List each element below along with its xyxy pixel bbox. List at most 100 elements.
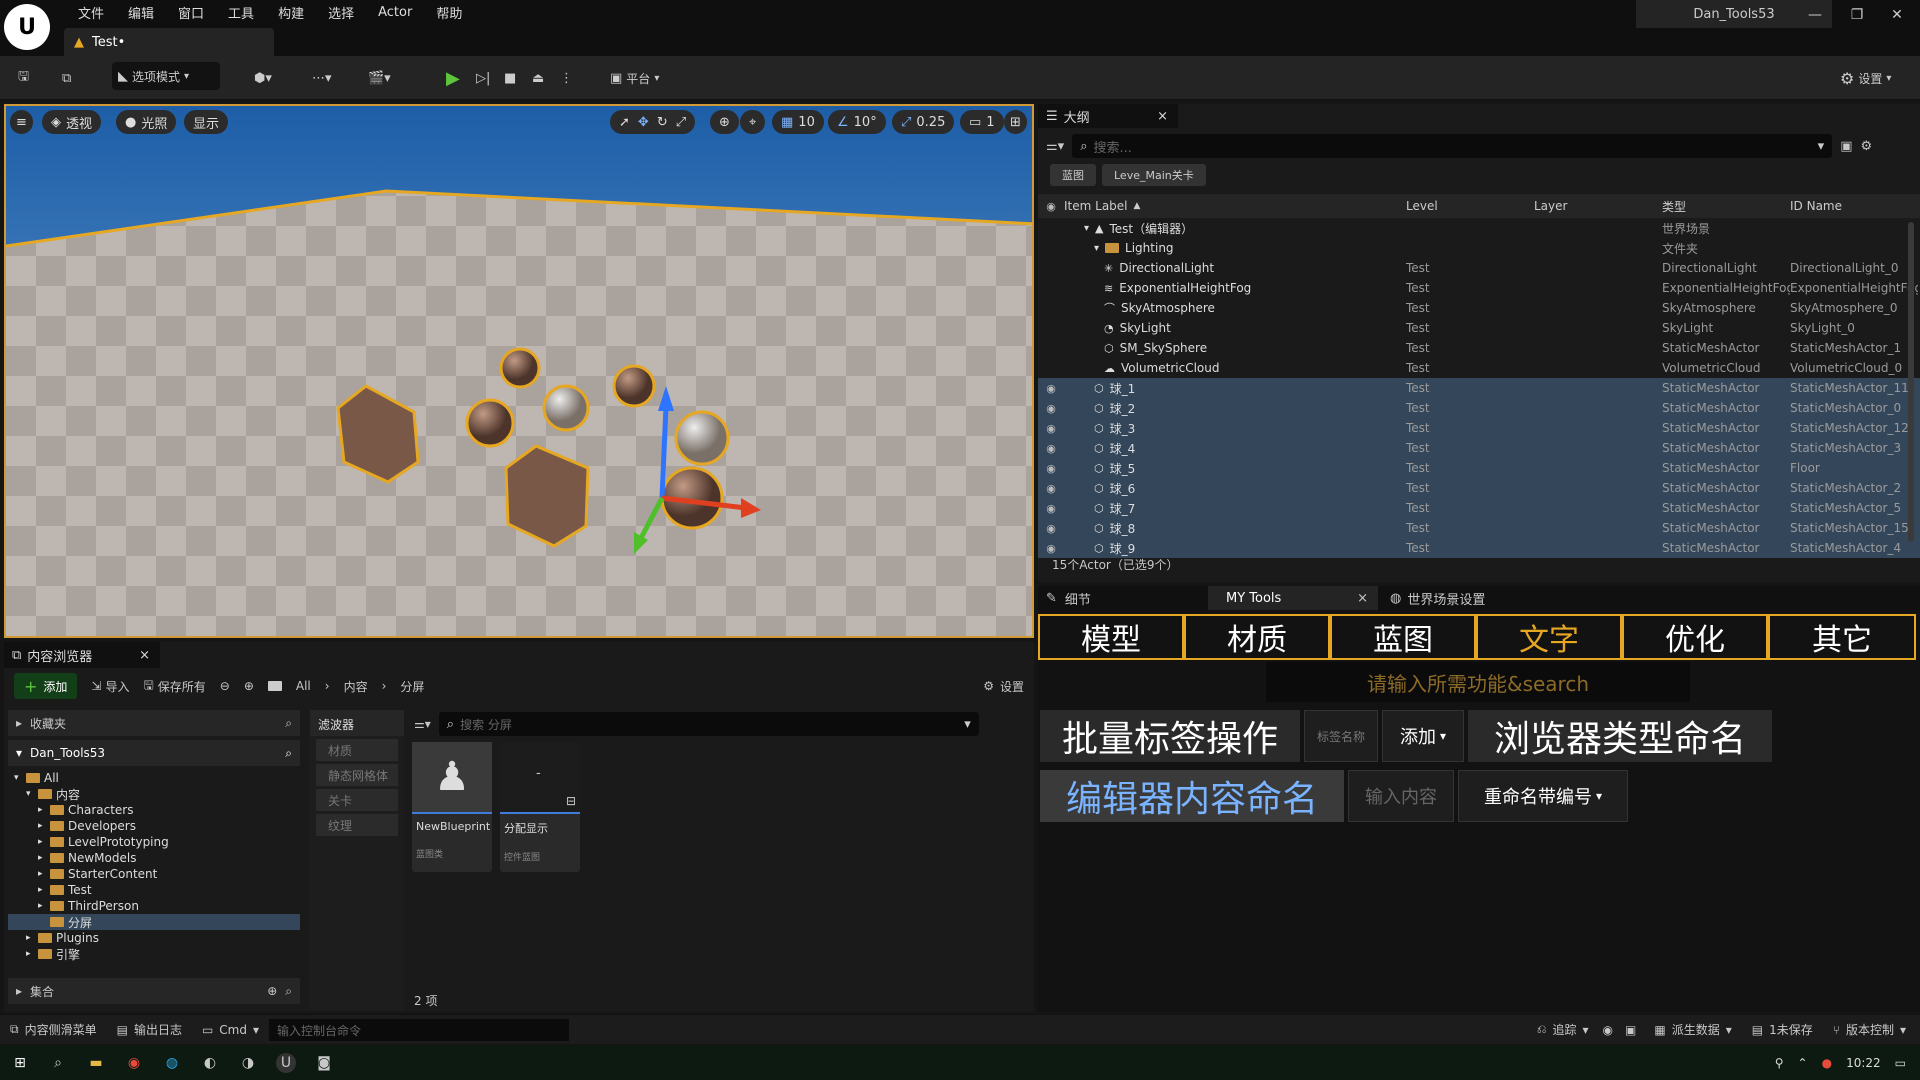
- blueprint-menu-button[interactable]: ⋯▾: [306, 63, 338, 93]
- outliner-row[interactable]: ◉ ⬡ 球_3 Test StaticMeshActor StaticMeshActor_…: [1038, 418, 1920, 438]
- collections-header[interactable]: ▸ 集合 ⊕ ⌕: [8, 978, 300, 1004]
- visibility-icon[interactable]: ◉: [1038, 482, 1064, 495]
- source-control-button[interactable]: ⑂ 版本控制 ▾: [1823, 1021, 1920, 1038]
- visibility-icon[interactable]: ◉: [1038, 522, 1064, 535]
- surface-snap-button[interactable]: ⌖: [740, 110, 766, 134]
- show-button[interactable]: 显示: [184, 110, 229, 134]
- add-actor-button[interactable]: ⬢▾: [248, 63, 278, 93]
- scale-snap-button[interactable]: ⤢ 0.25: [892, 110, 955, 134]
- details-tab[interactable]: ✎ 细节: [1038, 589, 1208, 608]
- chrome-icon[interactable]: ◉: [124, 1053, 144, 1073]
- outliner-row[interactable]: ⌒ SkyAtmosphere Test SkyAtmosphere SkyAtmosp…: [1038, 298, 1920, 318]
- tab-material[interactable]: 材质: [1184, 614, 1330, 660]
- gear-icon[interactable]: ⚙: [1860, 139, 1872, 154]
- folder-tree-item[interactable]: ▸ ThirdPerson: [8, 898, 300, 914]
- folder-tree-item[interactable]: 分屏: [8, 914, 300, 930]
- level-tab[interactable]: ▲ Test•: [64, 28, 274, 56]
- app-icon[interactable]: ◑: [238, 1053, 258, 1073]
- cb-settings-button[interactable]: ⚙ 设置: [983, 678, 1024, 695]
- browse-icon[interactable]: ⧉: [56, 63, 77, 93]
- derived-data-button[interactable]: ▦ 派生数据 ▾: [1644, 1021, 1741, 1038]
- outliner-search-input[interactable]: ⌕ 搜索... ▾: [1072, 134, 1833, 158]
- asset-tile-widget[interactable]: - ⊟ 分配显示 控件蓝图: [500, 742, 580, 872]
- cmd-dropdown[interactable]: ▭ Cmd ▾: [192, 1023, 269, 1037]
- chevron-down-icon[interactable]: ▾: [26, 789, 34, 799]
- folder-tree-item[interactable]: ▾ All: [8, 770, 300, 786]
- viewport-scene[interactable]: [6, 106, 1034, 638]
- outliner-tab[interactable]: ☰ 大纲 ×: [1038, 104, 1178, 128]
- search-icon[interactable]: ⌕: [285, 716, 292, 731]
- unreal-taskbar-icon[interactable]: U: [276, 1053, 296, 1073]
- filter-icon[interactable]: ⚌▾: [414, 717, 431, 731]
- close-icon[interactable]: ✕: [1878, 2, 1916, 28]
- chevron-up-icon[interactable]: ⌃: [1798, 1056, 1808, 1070]
- camera-icon[interactable]: ▣: [1617, 1023, 1644, 1037]
- search-icon[interactable]: ⌕: [48, 1053, 68, 1073]
- folder-tree-item[interactable]: ▸ Plugins: [8, 930, 300, 946]
- chevron-right-icon[interactable]: ▸: [26, 949, 34, 959]
- level-viewport[interactable]: ≡ ◈ 透视 ● 光照 显示 ➚ ✥ ↻ ⤢ ⊕ ⌖ ▦ 10 ∠ 10° ⤢ 0.25 …: [4, 104, 1034, 638]
- output-log-button[interactable]: ▤ 输出日志: [107, 1021, 192, 1038]
- add-button[interactable]: + 添加: [14, 673, 78, 699]
- tag-name-input[interactable]: 标签名称: [1304, 710, 1378, 762]
- outliner-row[interactable]: ◉ ⬡ 球_1 Test StaticMeshActor StaticMeshActor_…: [1038, 378, 1920, 398]
- file-explorer-icon[interactable]: ▬: [86, 1053, 106, 1073]
- move-icon[interactable]: ✥: [638, 115, 649, 130]
- column-level[interactable]: Level: [1406, 199, 1534, 213]
- rename-input[interactable]: 输入内容: [1348, 770, 1454, 822]
- folder-tree-item[interactable]: ▸ Characters: [8, 802, 300, 818]
- filter-static-mesh[interactable]: 静态网格体: [316, 764, 398, 786]
- restore-icon[interactable]: ❐: [1838, 2, 1876, 28]
- tab-blueprint[interactable]: 蓝图: [1330, 614, 1476, 660]
- save-icon[interactable]: 🖫: [12, 63, 35, 93]
- step-button[interactable]: ▷|: [470, 63, 496, 93]
- visibility-icon[interactable]: ◉: [1038, 502, 1064, 515]
- chevron-right-icon[interactable]: ▸: [38, 869, 46, 879]
- folder-tree-item[interactable]: ▸ LevelPrototyping: [8, 834, 300, 850]
- chevron-right-icon[interactable]: ▸: [26, 933, 34, 943]
- chevron-right-icon[interactable]: ▸: [38, 885, 46, 895]
- outliner-scrollbar[interactable]: [1908, 222, 1914, 542]
- visibility-icon[interactable]: ◉: [1038, 442, 1064, 455]
- tray-app-icon[interactable]: ●: [1822, 1056, 1832, 1070]
- favorites-header[interactable]: ▸ 收藏夹 ⌕: [8, 710, 300, 736]
- visibility-icon[interactable]: ◉: [1038, 462, 1064, 475]
- back-icon[interactable]: ⊖: [220, 679, 230, 693]
- chevron-down-icon[interactable]: ▾: [1094, 243, 1099, 254]
- visibility-icon[interactable]: ◉: [1038, 542, 1064, 555]
- outliner-row[interactable]: ◉ ⬡ 球_6 Test StaticMeshActor StaticMeshActor_…: [1038, 478, 1920, 498]
- column-item-label[interactable]: Item Label ▲: [1064, 199, 1406, 213]
- select-icon[interactable]: ➚: [619, 115, 630, 130]
- column-layer[interactable]: Layer: [1534, 199, 1662, 213]
- folder-tree-item[interactable]: ▸ Test: [8, 882, 300, 898]
- path-content[interactable]: 内容: [344, 678, 368, 695]
- world-settings-tab[interactable]: ◍ 世界场景设置: [1378, 589, 1485, 608]
- folder-tree-item[interactable]: ▾ 内容: [8, 786, 300, 802]
- play-button[interactable]: ▶: [440, 63, 466, 93]
- folder-tree-item[interactable]: ▸ StarterContent: [8, 866, 300, 882]
- menu-actor[interactable]: Actor: [366, 5, 424, 20]
- add-collection-icon[interactable]: ⊕: [267, 984, 277, 998]
- search-icon[interactable]: ⌕: [285, 746, 292, 761]
- menu-help[interactable]: 帮助: [424, 3, 474, 22]
- person-icon[interactable]: ⚲: [1775, 1056, 1784, 1070]
- close-icon[interactable]: ×: [1157, 109, 1178, 124]
- close-icon[interactable]: ×: [1357, 591, 1378, 606]
- angle-snap-button[interactable]: ∠ 10°: [828, 110, 886, 134]
- mytools-search-input[interactable]: 请输入所需功能&search: [1266, 662, 1690, 702]
- level-chip[interactable]: Leve_Main关卡: [1102, 164, 1206, 186]
- column-id-name[interactable]: ID Name: [1790, 199, 1918, 213]
- filter-texture[interactable]: 纹理: [316, 814, 398, 836]
- batch-tag-button[interactable]: 批量标签操作: [1040, 710, 1300, 762]
- viewport-menu-button[interactable]: ≡: [10, 110, 33, 134]
- clock-time[interactable]: 10:22: [1846, 1056, 1881, 1070]
- outliner-row[interactable]: ◔ SkyLight Test SkyLight SkyLight_0: [1038, 318, 1920, 338]
- chevron-right-icon[interactable]: ▸: [38, 853, 46, 863]
- menu-tools[interactable]: 工具: [216, 3, 266, 22]
- visibility-icon[interactable]: ◉: [1038, 402, 1064, 415]
- windows-start-icon[interactable]: ⊞: [10, 1053, 30, 1073]
- asset-search-input[interactable]: ⌕ 搜索 分屏 ▾: [438, 712, 979, 736]
- tab-text[interactable]: 文字: [1476, 614, 1622, 660]
- settings-button[interactable]: ⚙ 设置 ▾: [1834, 63, 1897, 93]
- blueprint-chip[interactable]: 蓝图: [1050, 164, 1096, 186]
